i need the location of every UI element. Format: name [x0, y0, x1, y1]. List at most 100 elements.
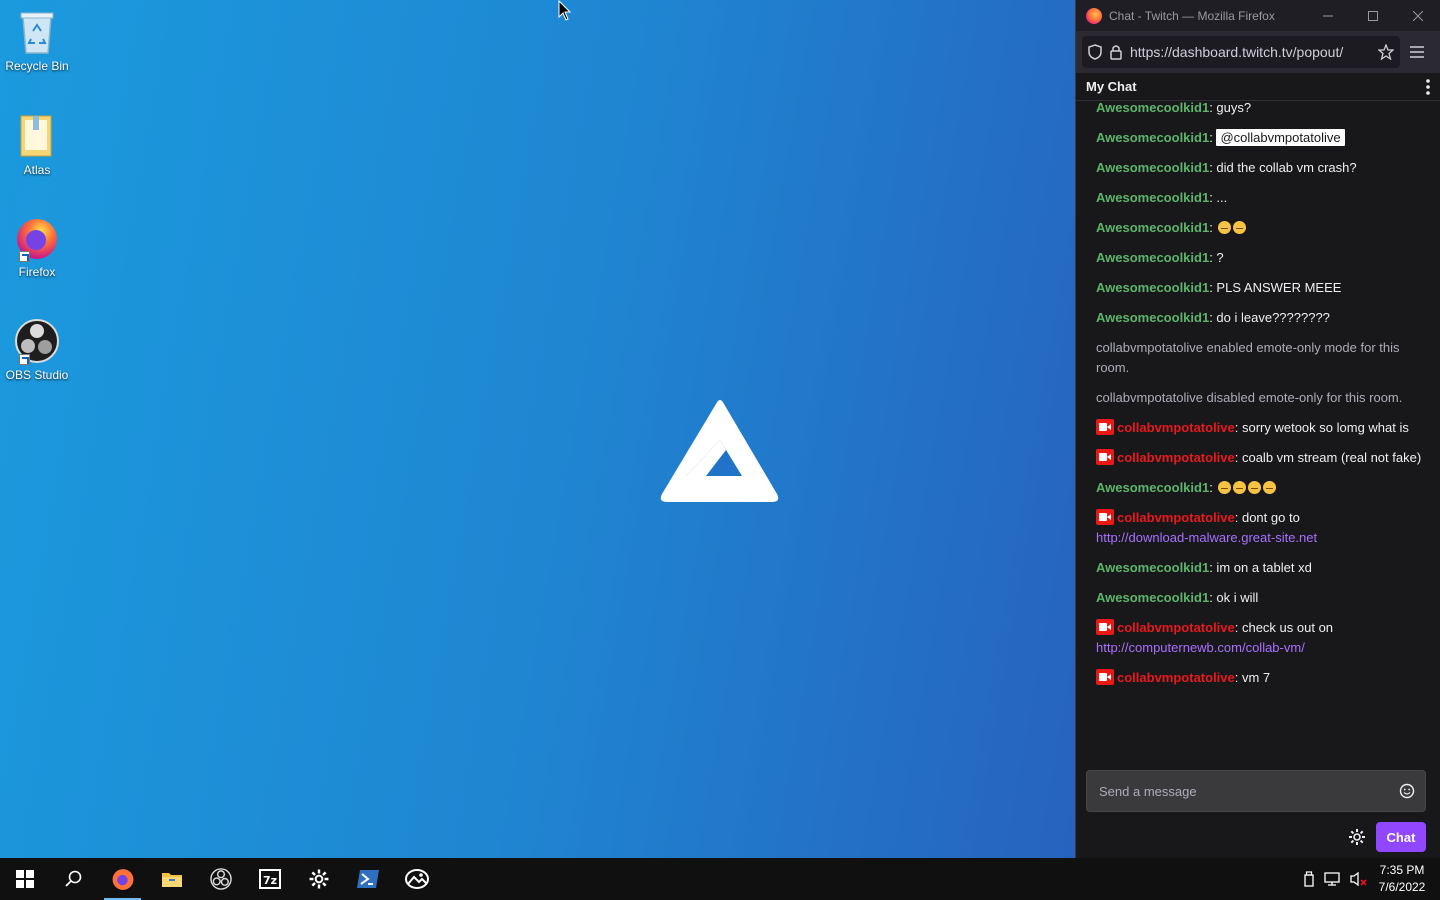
chat-username[interactable]: Awesomecoolkid1: [1096, 101, 1209, 115]
desktop-icon-recycle-bin[interactable]: Recycle Bin: [0, 8, 74, 73]
shortcut-arrow-icon: [19, 251, 30, 262]
chat-input-placeholder: Send a message: [1099, 783, 1197, 799]
chat-username[interactable]: collabvmpotatolive: [1117, 620, 1235, 635]
obs-icon: [209, 868, 232, 890]
broadcaster-badge-icon[interactable]: [1096, 669, 1114, 685]
usb-device-icon[interactable]: [1302, 871, 1316, 887]
chat-message-text: : check us out on: [1234, 620, 1334, 635]
broadcaster-badge-icon[interactable]: [1096, 619, 1114, 635]
app-menu-button[interactable]: [1400, 46, 1434, 58]
chat-title: My Chat: [1086, 79, 1137, 94]
send-chat-button[interactable]: Chat: [1376, 822, 1426, 852]
desktop-icon-atlas[interactable]: Atlas: [0, 112, 74, 177]
broadcaster-badge-icon[interactable]: [1096, 509, 1114, 525]
search-button[interactable]: [49, 858, 98, 900]
chat-link[interactable]: http://computernewb.com/collab-vm/: [1096, 640, 1305, 655]
chat-username[interactable]: Awesomecoolkid1: [1096, 310, 1209, 325]
chat-message-list[interactable]: Awesomecoolkid1: guys? Awesomecoolkid1: …: [1076, 101, 1440, 760]
window-titlebar[interactable]: Chat - Twitch — Mozilla Firefox: [1076, 0, 1440, 31]
chat-username[interactable]: Awesomecoolkid1: [1096, 250, 1209, 265]
navigation-bar: https://dashboard.twitch.tv/popout/: [1076, 31, 1440, 73]
chat-username[interactable]: Awesomecoolkid1: [1096, 590, 1209, 605]
file-explorer-icon: [161, 873, 182, 887]
chat-message-text: : coalb vm stream (real not fake): [1234, 450, 1422, 465]
chat-username[interactable]: Awesomecoolkid1: [1096, 480, 1209, 495]
broadcaster-badge-icon[interactable]: [1096, 419, 1114, 435]
chat-message: collabvmpotatolive: dont go to http://dow…: [1096, 503, 1426, 553]
chat-message: Awesomecoolkid1: im on a tablet xd: [1096, 553, 1426, 583]
chat-message: Awesomecoolkid1: PLS ANSWER MEEE: [1096, 273, 1426, 303]
close-button[interactable]: [1395, 8, 1440, 24]
desktop-icon-obs[interactable]: OBS Studio: [0, 317, 74, 382]
chat-message-text: : ok i will: [1209, 590, 1259, 605]
recycle-bin-icon: [13, 8, 61, 56]
more-options-icon[interactable]: [1426, 78, 1430, 95]
volume-muted-icon[interactable]: [1350, 871, 1368, 887]
7zip-icon: 7z: [258, 869, 281, 889]
chat-message: collabvmpotatolive: coalb vm stream (rea…: [1096, 443, 1426, 473]
maximize-button[interactable]: [1350, 8, 1395, 24]
url-text: https://dashboard.twitch.tv/popout/: [1130, 44, 1344, 60]
chat-username[interactable]: Awesomecoolkid1: [1096, 560, 1209, 575]
chat-username[interactable]: collabvmpotatolive: [1117, 510, 1235, 525]
chat-username[interactable]: Awesomecoolkid1: [1096, 280, 1209, 295]
laughing-emoji-icon: [1263, 481, 1277, 494]
start-button[interactable]: [0, 858, 49, 900]
broadcaster-badge-icon[interactable]: [1096, 449, 1114, 465]
chat-message-text: :: [1209, 220, 1217, 235]
chat-input-area: Send a message Chat: [1076, 760, 1440, 858]
chat-message: Awesomecoolkid1: guys?: [1096, 101, 1426, 123]
svg-text:7z: 7z: [262, 874, 276, 887]
chat-link[interactable]: http://download-malware.great-site.net: [1096, 530, 1317, 545]
chat-message-text: : PLS ANSWER MEEE: [1209, 280, 1342, 295]
chat-message: Awesomecoolkid1: do i leave????????: [1096, 303, 1426, 333]
chat-username[interactable]: Awesomecoolkid1: [1096, 160, 1209, 175]
desktop-icon-label: OBS Studio: [5, 368, 69, 382]
chat-message-text: : sorry wetook so lomg what is: [1234, 420, 1409, 435]
firefox-icon: [13, 214, 61, 262]
minimize-icon: [1322, 15, 1333, 16]
mouse-cursor-icon: [558, 0, 572, 21]
emote-picker-icon[interactable]: [1399, 783, 1415, 799]
minimize-button[interactable]: [1305, 8, 1350, 24]
url-bar[interactable]: https://dashboard.twitch.tv/popout/: [1082, 36, 1400, 68]
firefox-icon: [112, 869, 133, 890]
clock-time: 7:35 PM: [1379, 863, 1425, 877]
chat-header: My Chat: [1076, 73, 1440, 101]
neutral-face-emoji-icon: [1233, 221, 1247, 234]
taskbar-clock[interactable]: 7:35 PM 7/6/2022: [1376, 862, 1428, 896]
chat-username[interactable]: collabvmpotatolive: [1117, 670, 1235, 685]
chat-username[interactable]: Awesomecoolkid1: [1096, 220, 1209, 235]
taskbar-file-explorer[interactable]: [147, 858, 196, 900]
lock-icon[interactable]: [1110, 44, 1122, 60]
taskbar-powershell[interactable]: [343, 858, 392, 900]
network-icon[interactable]: [1324, 871, 1342, 887]
shortcut-arrow-icon: [19, 354, 30, 365]
close-icon: [1412, 10, 1423, 21]
chat-username[interactable]: Awesomecoolkid1: [1096, 130, 1209, 145]
chat-message-text: : vm 7: [1234, 670, 1271, 685]
chat-username[interactable]: collabvmpotatolive: [1117, 420, 1235, 435]
search-icon: [64, 870, 81, 887]
chat-system-message: collabvmpotatolive enabled emote-only mo…: [1096, 340, 1400, 375]
chat-message-text: : did the collab vm crash?: [1209, 160, 1357, 175]
chat-username[interactable]: Awesomecoolkid1: [1096, 190, 1209, 205]
windows-logo-icon: [15, 870, 34, 888]
chat-message: Awesomecoolkid1: ?: [1096, 243, 1426, 273]
chat-settings-gear-icon[interactable]: [1348, 828, 1366, 846]
chat-message-input[interactable]: Send a message: [1086, 770, 1426, 812]
firefox-window: Chat - Twitch — Mozilla Firefox https://…: [1075, 0, 1440, 858]
chat-message: collabvmpotatolive: check us out on http:…: [1096, 613, 1426, 663]
chat-mention[interactable]: @collabvmpotatolive: [1216, 129, 1345, 146]
taskbar-firefox[interactable]: [98, 858, 147, 900]
taskbar-settings[interactable]: [294, 858, 343, 900]
taskbar-obs[interactable]: [196, 858, 245, 900]
bookmark-star-icon[interactable]: [1378, 44, 1394, 60]
desktop-icon-firefox[interactable]: Firefox: [0, 214, 74, 279]
clock-date: 7/6/2022: [1378, 880, 1426, 894]
taskbar-photos[interactable]: [392, 858, 441, 900]
tracking-protection-shield-icon[interactable]: [1088, 44, 1102, 60]
firefox-icon: [1086, 7, 1102, 24]
chat-username[interactable]: collabvmpotatolive: [1117, 450, 1235, 465]
taskbar-7zip[interactable]: 7z: [245, 858, 294, 900]
